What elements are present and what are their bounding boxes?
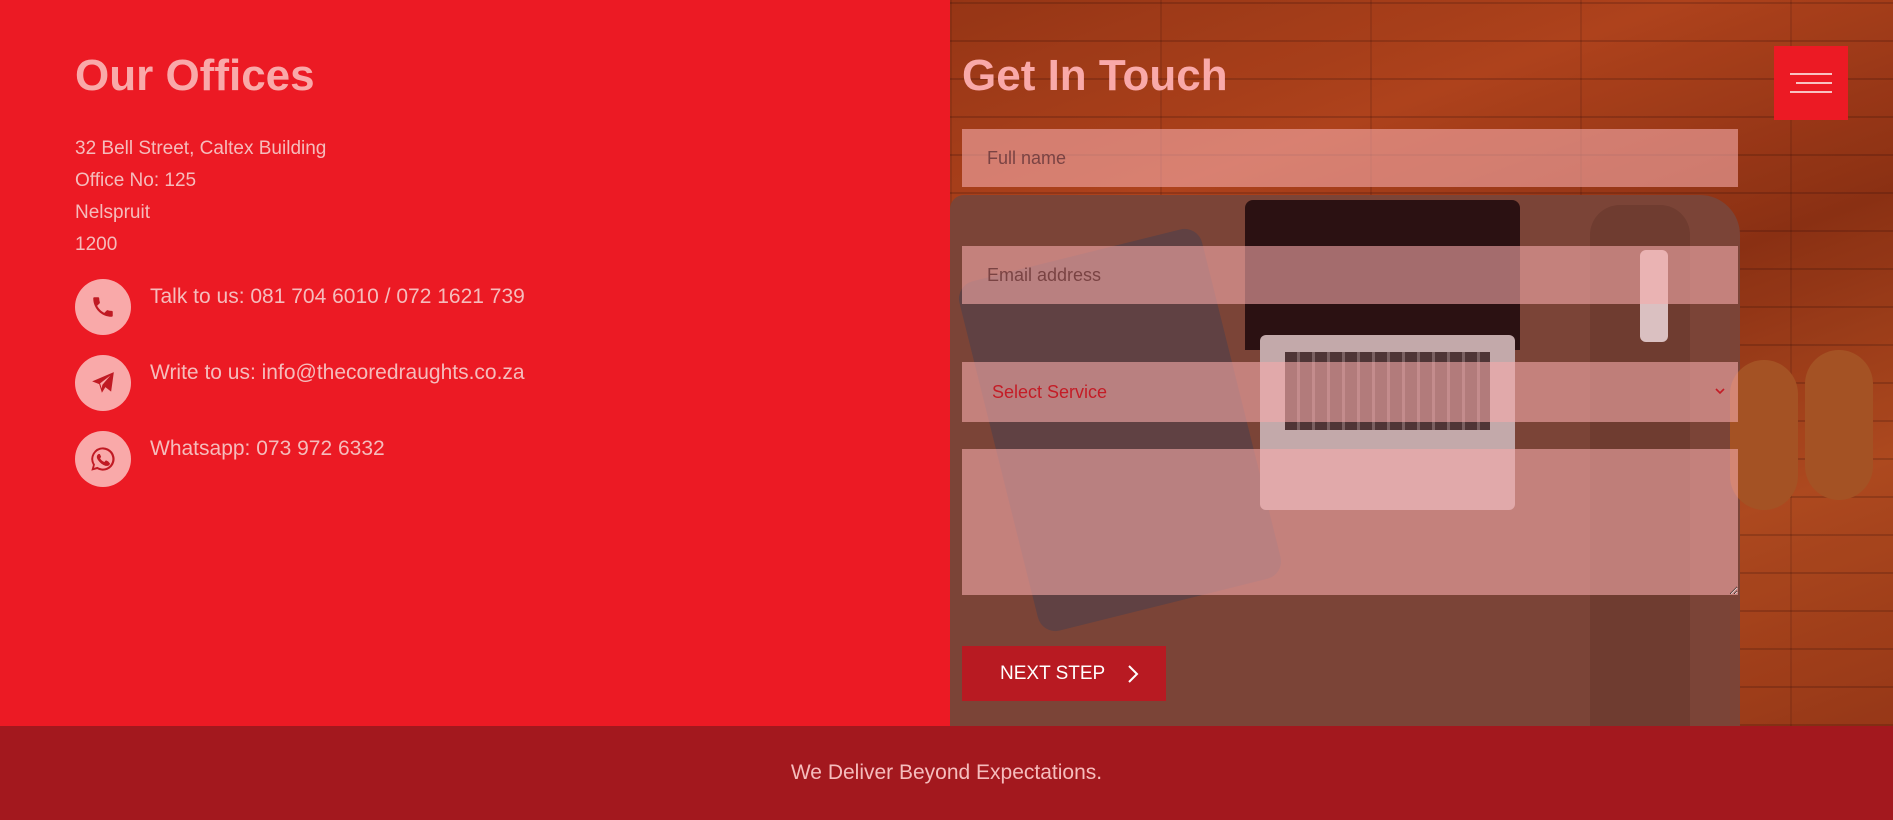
offices-title: Our Offices bbox=[75, 51, 315, 100]
address-line: Office No: 125 bbox=[75, 170, 197, 191]
chevron-down-icon bbox=[1714, 384, 1726, 400]
chevron-right-icon bbox=[1127, 664, 1139, 684]
address-line: Nelspruit bbox=[75, 202, 150, 223]
next-step-label: NEXT STEP bbox=[1000, 662, 1106, 684]
hamburger-menu-icon[interactable] bbox=[1774, 46, 1848, 120]
office-address: 32 Bell Street, Caltex Building Office N… bbox=[75, 133, 950, 261]
phone-contact-text: Talk to us: 081 704 6010 / 072 1621 739 bbox=[150, 285, 525, 308]
contact-phone: Talk to us: 081 704 6010 / 072 1621 739 bbox=[75, 279, 950, 335]
form-title: Get In Touch bbox=[962, 51, 1228, 100]
contact-whatsapp: Whatsapp: 073 972 6332 bbox=[75, 431, 950, 487]
service-select-value: Select Service bbox=[992, 381, 1108, 402]
full-name-input[interactable] bbox=[962, 129, 1738, 187]
email-contact-text: Write to us: info@thecoredraughts.co.za bbox=[150, 361, 525, 384]
address-line: 32 Bell Street, Caltex Building bbox=[75, 138, 327, 159]
service-select[interactable]: Select Service bbox=[962, 362, 1738, 422]
message-textarea[interactable] bbox=[962, 449, 1738, 595]
next-step-button[interactable]: NEXT STEP bbox=[962, 646, 1166, 701]
footer: We Deliver Beyond Expectations. bbox=[0, 726, 1893, 820]
contact-email: Write to us: info@thecoredraughts.co.za bbox=[75, 355, 950, 411]
email-input[interactable] bbox=[962, 246, 1738, 304]
phone-icon bbox=[75, 279, 131, 335]
address-line: 1200 bbox=[75, 234, 118, 255]
footer-tagline: We Deliver Beyond Expectations. bbox=[790, 761, 1103, 784]
whatsapp-icon bbox=[75, 431, 131, 487]
whatsapp-contact-text: Whatsapp: 073 972 6332 bbox=[150, 437, 385, 460]
offices-section: Our Offices 32 Bell Street, Caltex Build… bbox=[0, 0, 950, 726]
contact-form: Get In Touch Select Service NEXT STEP bbox=[962, 51, 1738, 701]
paper-plane-icon bbox=[75, 355, 131, 411]
